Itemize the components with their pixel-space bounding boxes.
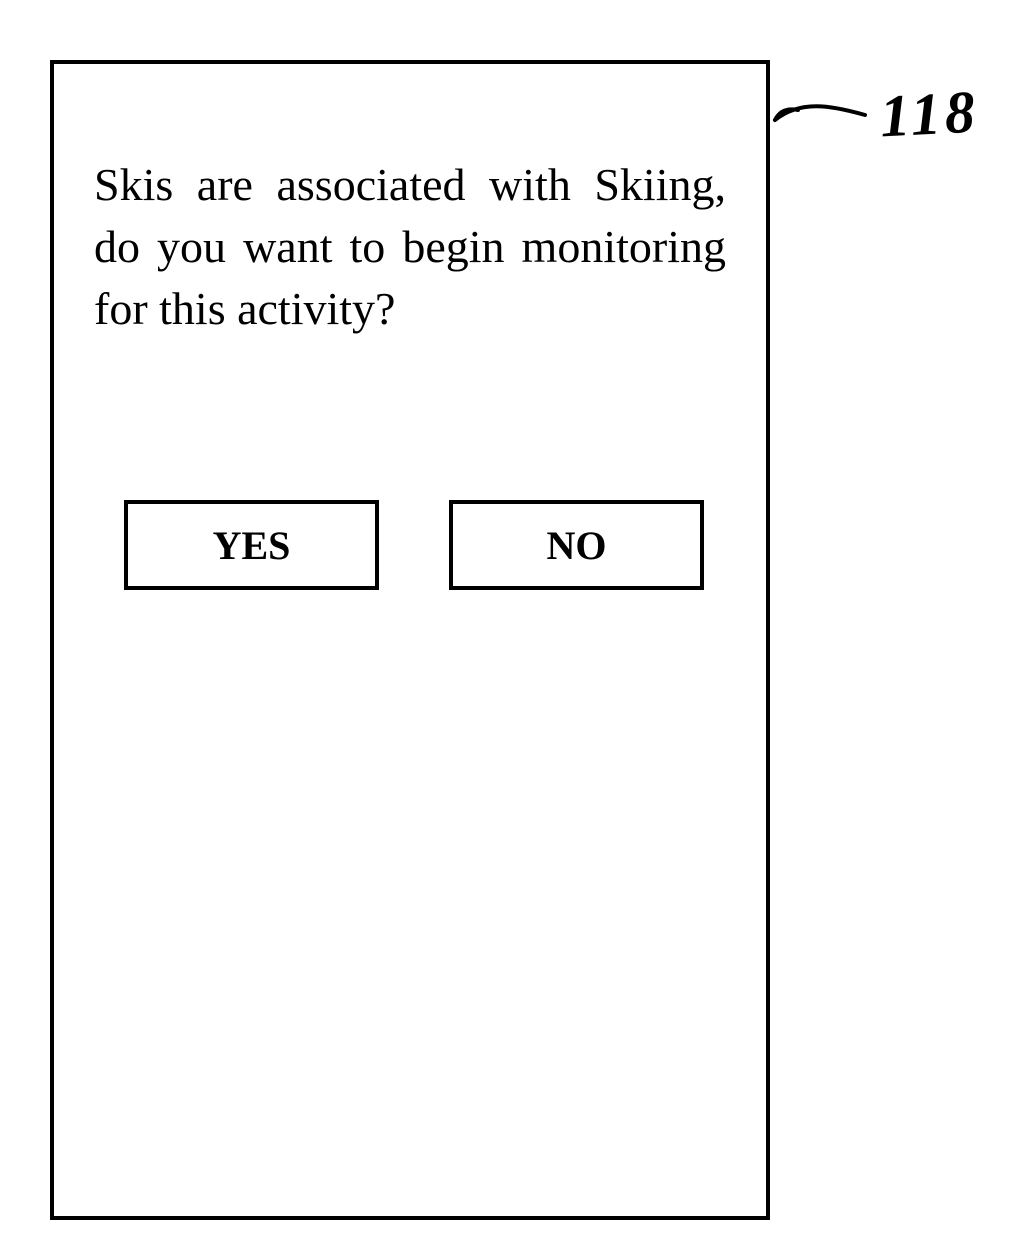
figure-callout: 118	[770, 90, 1000, 170]
no-button-label: NO	[547, 522, 607, 569]
yes-button[interactable]: YES	[124, 500, 379, 590]
figure-canvas: Skis are associated with Skiing, do you …	[0, 0, 1017, 1244]
prompt-text: Skis are associated with Skiing, do you …	[94, 154, 726, 340]
device-frame: Skis are associated with Skiing, do you …	[50, 60, 770, 1220]
leader-line-icon	[770, 90, 890, 150]
no-button[interactable]: NO	[449, 500, 704, 590]
yes-button-label: YES	[213, 522, 291, 569]
figure-ref-label: 118	[878, 77, 980, 151]
button-row: YES NO	[94, 500, 726, 590]
